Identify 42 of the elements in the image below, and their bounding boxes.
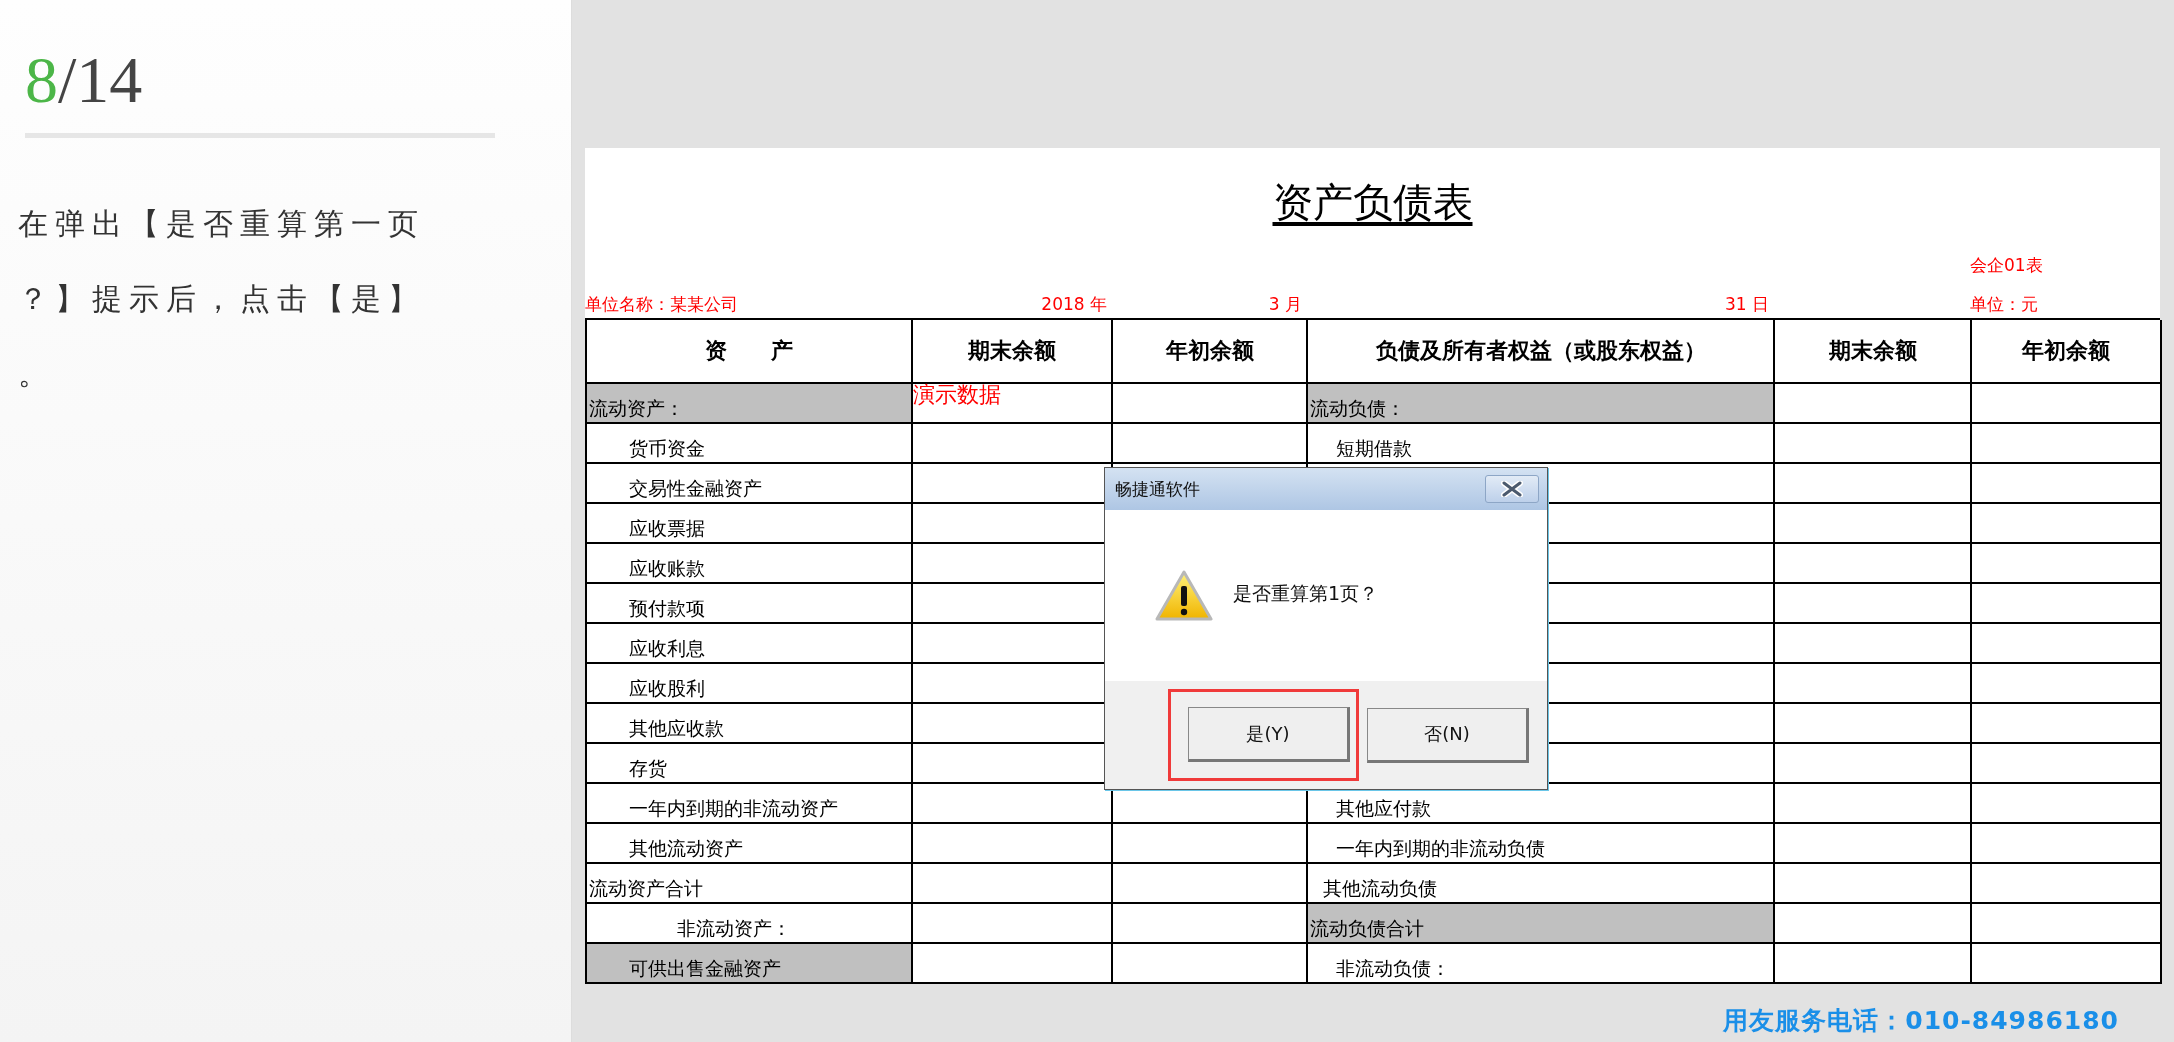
dialog-title: 畅捷通软件	[1115, 477, 1200, 501]
column-header: 期末余额	[913, 320, 1113, 384]
table-cell: 应收利息	[587, 624, 913, 664]
table-cell: 非流动负债：	[1308, 944, 1775, 984]
form-number: 会企01表	[1970, 254, 2043, 277]
close-button[interactable]	[1485, 475, 1539, 503]
report-year: 2018 年	[1041, 293, 1108, 316]
table-cell: 应收股利	[587, 664, 913, 704]
table-cell: 流动资产合计	[587, 864, 913, 904]
column-header: 年初余额	[1972, 320, 2162, 384]
yes-button[interactable]: 是(Y)	[1188, 707, 1350, 762]
step-number: 8	[25, 45, 58, 115]
report-month: 3 月	[1268, 293, 1303, 316]
company-name: 单位名称：某某公司	[585, 293, 739, 316]
instruction-text: 在弹出【是否重算第一页？】提示后，点击【是】。	[18, 205, 426, 393]
close-icon	[1501, 481, 1523, 497]
table-cell: 一年内到期的非流动负债	[1308, 824, 1775, 864]
warning-icon	[1155, 569, 1213, 622]
service-hotline: 用友服务电话：010-84986180	[1723, 1005, 2119, 1037]
column-header: 年初余额	[1113, 320, 1308, 384]
table-cell: 预付款项	[587, 584, 913, 624]
table-cell: 一年内到期的非流动资产	[587, 784, 913, 824]
table-cell: 流动资产：	[587, 384, 913, 424]
column-header: 期末余额	[1775, 320, 1972, 384]
table-cell: 应收账款	[587, 544, 913, 584]
step-total: /14	[58, 45, 143, 115]
table-cell: 应收票据	[587, 504, 913, 544]
demo-data-label: 演示数据	[913, 384, 1113, 424]
table-cell: 交易性金融资产	[587, 464, 913, 504]
no-button[interactable]: 否(N)	[1367, 707, 1529, 763]
table-cell: 货币资金	[587, 424, 913, 464]
table-cell: 流动负债：	[1308, 384, 1775, 424]
dialog-message: 是否重算第1页？	[1233, 580, 1379, 606]
table-cell: 流动负债合计	[1308, 904, 1775, 944]
report-day: 31 日	[1724, 293, 1773, 318]
table-cell: 存货	[587, 744, 913, 784]
table-cell: 其他应收款	[587, 704, 913, 744]
sheet-title: 资产负债表	[1272, 177, 1473, 227]
currency-unit: 单位：元	[1970, 293, 2038, 316]
table-cell: 短期借款	[1308, 424, 1775, 464]
table-cell: 可供出售金融资产	[587, 944, 913, 984]
table-cell: 其他流动资产	[587, 824, 913, 864]
